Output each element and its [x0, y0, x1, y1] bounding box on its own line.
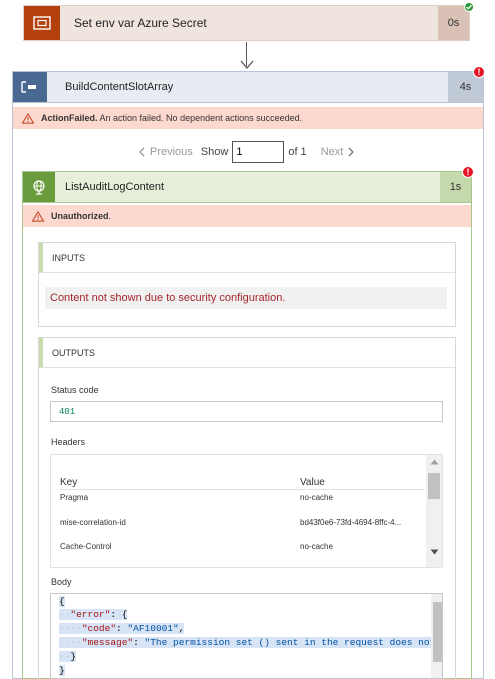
error-code: ActionFailed.: [41, 113, 98, 123]
header-value: no-cache: [300, 493, 333, 502]
status-code-field[interactable]: 401: [50, 401, 443, 422]
status-code-label: Status code: [51, 385, 99, 395]
header-value: no-cache: [300, 542, 333, 551]
total-label: of 1: [288, 146, 307, 158]
scroll-up-icon[interactable]: [430, 459, 439, 465]
action-title: Set env var Azure Secret: [74, 16, 207, 30]
inputs-heading: INPUTS: [39, 243, 455, 273]
iteration-input[interactable]: [232, 141, 285, 163]
action-card-list-audit-log-content[interactable]: ListAuditLogContent 1s: [22, 171, 472, 203]
next-button[interactable]: Next: [321, 146, 344, 158]
headers-table[interactable]: Key Value Pragma no-cache mise-correlati…: [50, 454, 443, 568]
scrollbar-thumb[interactable]: [433, 602, 442, 662]
header-divider: [60, 489, 425, 490]
show-label: Show: [200, 146, 229, 158]
chevron-left-icon: [139, 147, 145, 157]
error-code: Unauthorized: [51, 211, 109, 221]
arrow-down-icon: [240, 60, 254, 69]
body-code-viewer[interactable]: { ··"error": { ····"code": "AF10001", ··…: [50, 593, 443, 679]
chevron-right-icon: [348, 147, 355, 157]
error-icon: !: [462, 166, 474, 178]
header-key: Cache-Control: [60, 542, 112, 551]
error-message: An action failed. No dependent actions s…: [97, 113, 303, 123]
action-title: ListAuditLogContent: [65, 181, 165, 193]
warning-icon: [21, 112, 35, 124]
column-value: Value: [300, 477, 325, 488]
error-tail: .: [108, 211, 112, 221]
variable-icon: [24, 6, 60, 40]
check-icon: [464, 2, 474, 12]
action-duration: 0s: [438, 6, 469, 40]
body-label: Body: [51, 577, 72, 587]
inputs-hidden-message: Content not shown due to security config…: [45, 287, 447, 309]
action-card-build-content-slot-array[interactable]: BuildContentSlotArray 4s: [12, 71, 484, 103]
warning-icon: [31, 210, 45, 222]
inputs-section: INPUTS: [38, 242, 456, 327]
action-title: BuildContentSlotArray: [65, 81, 174, 93]
code-line: ····"message": "The permission set () se…: [59, 637, 436, 648]
flow-run-canvas: Set env var Azure Secret 0s BuildContent…: [0, 0, 495, 679]
code-line: {: [59, 596, 65, 607]
iteration-pager: Previous Show of 1 Next: [138, 141, 355, 163]
error-icon: !: [473, 66, 485, 78]
code-line: ····"code": "AF10001",: [59, 623, 185, 634]
code-line: ··"error": {: [59, 609, 128, 620]
set-variable-icon: [13, 72, 47, 102]
scrollbar-thumb[interactable]: [428, 473, 440, 499]
outputs-heading: OUTPUTS: [39, 338, 455, 368]
error-banner: ActionFailed. An action failed. No depen…: [13, 107, 483, 129]
headers-label: Headers: [51, 437, 86, 447]
globe-icon: [23, 172, 55, 202]
header-value: bd43f0e6-73fd-4694-8ffc-4...: [300, 518, 402, 527]
header-key: mise-correlation-id: [60, 518, 126, 527]
action-card-set-env-var[interactable]: Set env var Azure Secret 0s: [23, 5, 470, 41]
code-line: ··}: [59, 651, 77, 662]
scroll-down-icon[interactable]: [430, 549, 439, 555]
error-banner: Unauthorized.: [23, 205, 471, 227]
column-key: Key: [60, 477, 78, 488]
header-key: Pragma: [60, 493, 89, 502]
code-line: }: [59, 665, 65, 676]
previous-button[interactable]: Previous: [150, 146, 193, 158]
